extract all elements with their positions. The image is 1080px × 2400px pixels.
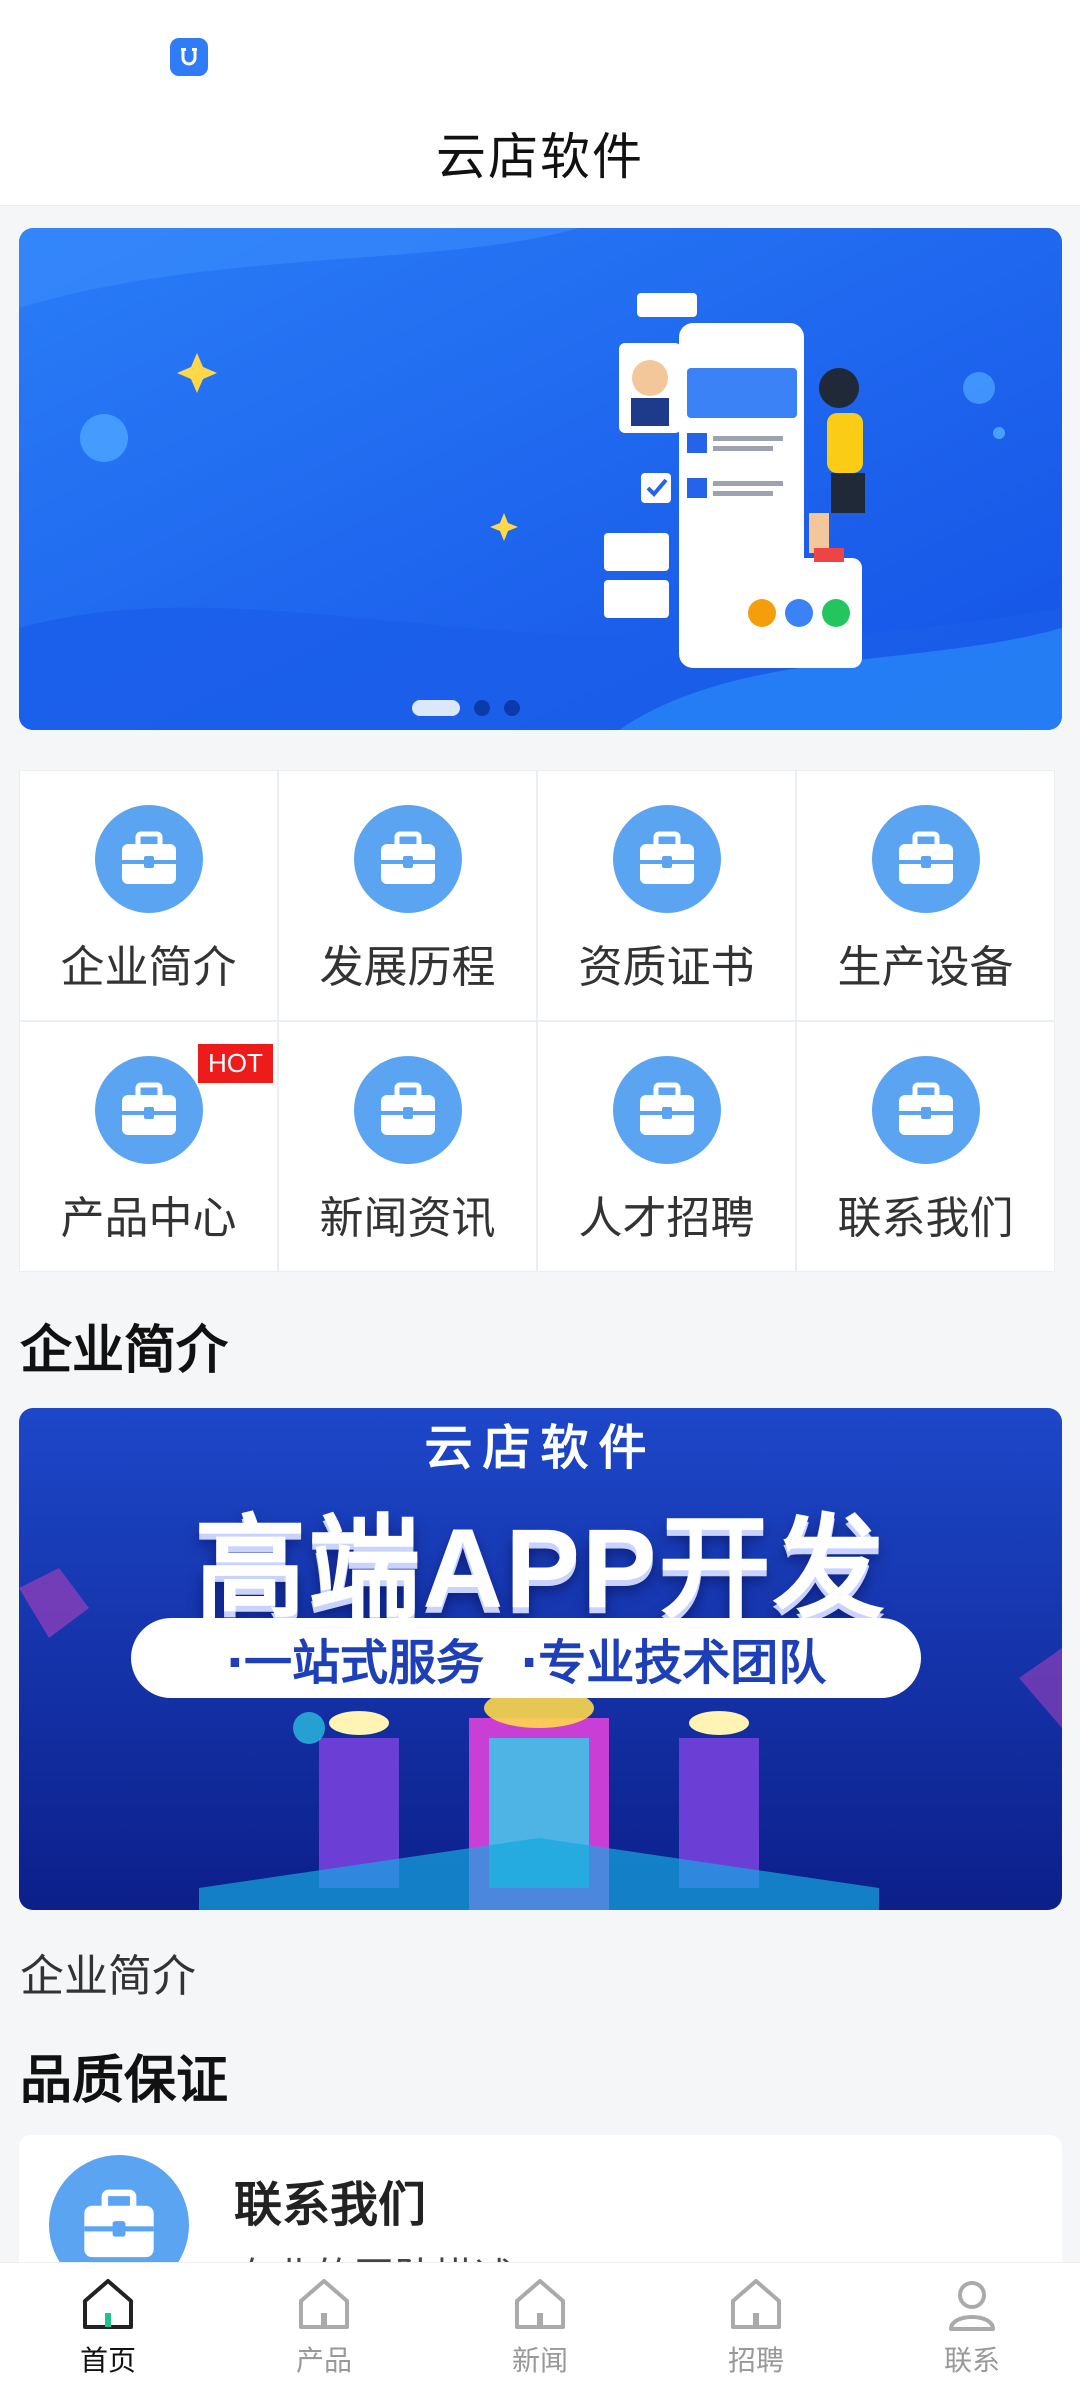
briefcase-icon xyxy=(94,805,203,913)
home-icon xyxy=(515,2279,565,2329)
briefcase-icon xyxy=(353,1056,462,1164)
promo-subtitle: 云店软件 xyxy=(424,1420,657,1476)
grid-item-company-intro[interactable]: 企业简介 xyxy=(20,771,277,1020)
briefcase-icon xyxy=(612,1056,721,1164)
intro-promo-image[interactable]: 云店软件 高端APP开发 ·一站式服务 ·专业技术团队 xyxy=(19,1408,1062,1910)
grid-item-products[interactable]: HOT 产品中心 xyxy=(20,1022,277,1271)
intro-description: 企业简介 xyxy=(20,1951,196,2002)
promo-title: 高端APP开发 xyxy=(194,1506,887,1631)
tab-label: 联系 xyxy=(943,2344,1000,2377)
briefcase-icon xyxy=(353,805,462,913)
contact-card-title: 联系我们 xyxy=(234,2177,427,2233)
nav-grid: 企业简介 发展历程 资质证书 生产设备 HOT 产品中心 新闻资讯 人才招聘 联… xyxy=(19,770,1055,1272)
briefcase-icon xyxy=(612,805,721,913)
grid-item-label: 产品中心 xyxy=(60,1193,237,1244)
briefcase-icon xyxy=(871,1056,980,1164)
banner-pagination xyxy=(19,700,1062,716)
bottom-tab-bar: 首页 产品 新闻 招聘 联系 xyxy=(0,2262,1080,2400)
grid-item-label: 企业简介 xyxy=(60,942,237,993)
hot-badge: HOT xyxy=(198,1044,273,1084)
promo-tag: ·专业技术团队 xyxy=(520,1635,827,1691)
grid-item-recruitment[interactable]: 人才招聘 xyxy=(538,1022,795,1271)
section-title-quality: 品质保证 xyxy=(20,2051,229,2111)
home-icon xyxy=(299,2279,349,2329)
home-icon xyxy=(83,2279,133,2329)
briefcase-icon xyxy=(871,805,980,913)
pagination-dot[interactable] xyxy=(473,700,490,716)
page-title: 云店软件 xyxy=(436,127,644,186)
grid-item-label: 人才招聘 xyxy=(578,1193,755,1244)
tab-label: 首页 xyxy=(79,2344,136,2377)
hero-banner[interactable] xyxy=(19,228,1062,730)
tab-label: 新闻 xyxy=(511,2344,568,2377)
briefcase-icon xyxy=(94,1056,203,1164)
grid-item-label: 联系我们 xyxy=(837,1193,1014,1244)
pagination-dot-active[interactable] xyxy=(411,700,460,716)
grid-item-equipment[interactable]: 生产设备 xyxy=(797,771,1054,1020)
grid-item-label: 新闻资讯 xyxy=(319,1193,496,1244)
tab-label: 招聘 xyxy=(727,2344,784,2377)
user-icon xyxy=(949,2281,995,2331)
banner-illustration xyxy=(19,228,1062,730)
tab-news[interactable]: 新闻 xyxy=(432,2263,648,2400)
tab-contact[interactable]: 联系 xyxy=(864,2263,1080,2400)
grid-item-contact[interactable]: 联系我们 xyxy=(797,1022,1054,1271)
promo-tags: ·一站式服务 ·专业技术团队 xyxy=(131,1618,921,1698)
status-bar xyxy=(0,0,1080,100)
grid-item-label: 发展历程 xyxy=(319,942,496,993)
app-notification-icon xyxy=(170,38,208,76)
grid-item-news[interactable]: 新闻资讯 xyxy=(279,1022,536,1271)
promo-tag: ·一站式服务 xyxy=(225,1635,484,1691)
grid-item-label: 资质证书 xyxy=(578,942,755,993)
tab-recruitment[interactable]: 招聘 xyxy=(648,2263,864,2400)
section-title-intro: 企业简介 xyxy=(20,1321,229,1381)
grid-item-history[interactable]: 发展历程 xyxy=(279,771,536,1020)
tab-products[interactable]: 产品 xyxy=(216,2263,432,2400)
tab-label: 产品 xyxy=(295,2344,352,2377)
home-icon xyxy=(731,2279,781,2329)
app-header: 云店软件 xyxy=(0,100,1080,206)
pagination-dot[interactable] xyxy=(503,700,520,716)
grid-item-label: 生产设备 xyxy=(837,942,1014,993)
grid-item-certificates[interactable]: 资质证书 xyxy=(538,771,795,1020)
tab-home[interactable]: 首页 xyxy=(0,2263,216,2400)
